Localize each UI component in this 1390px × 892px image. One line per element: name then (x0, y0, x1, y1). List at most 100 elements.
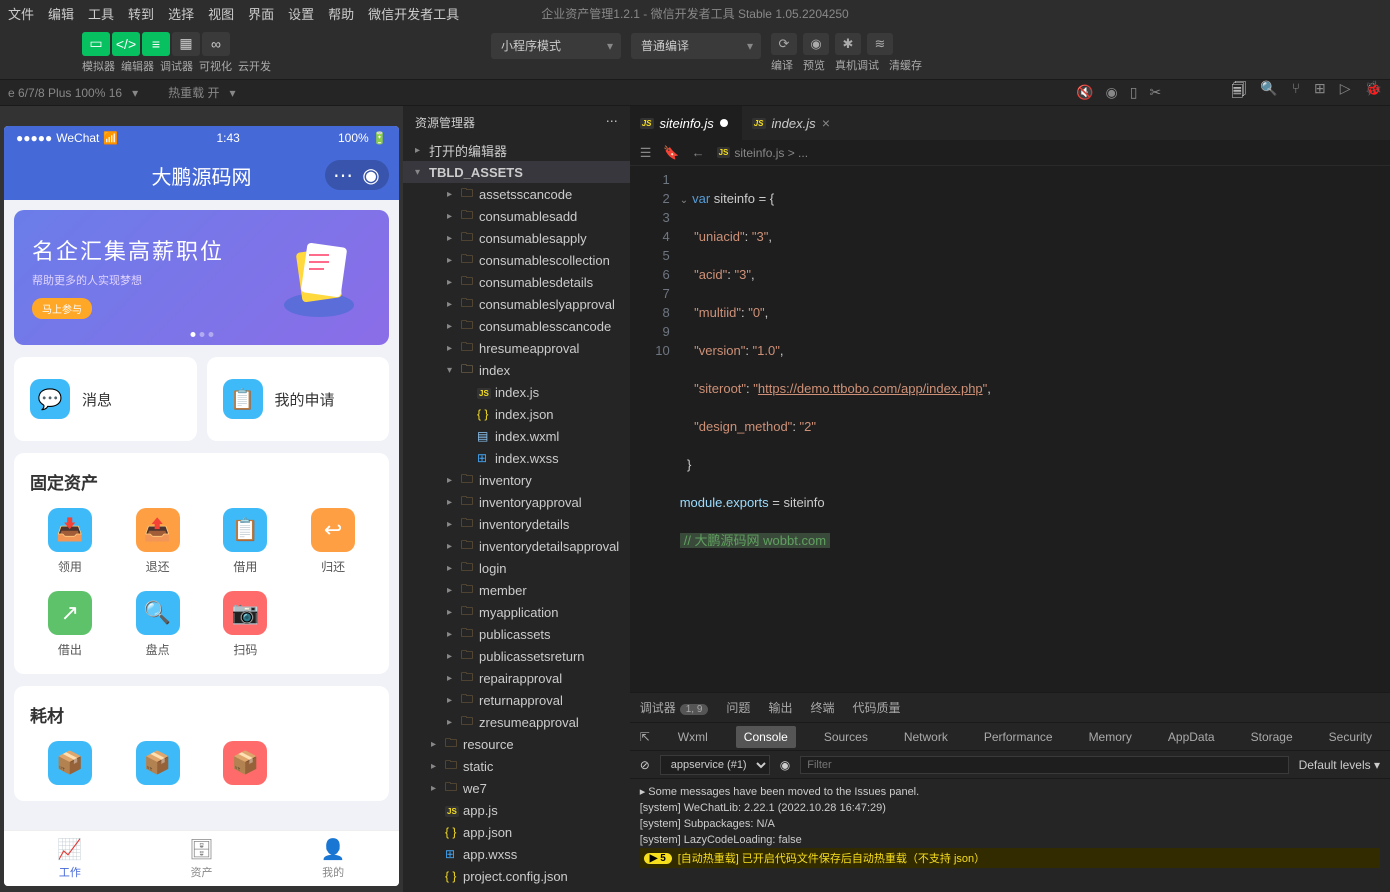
open-editors-section[interactable]: ▸打开的编辑器 (403, 139, 630, 161)
files-icon[interactable]: 🗐 (1231, 80, 1246, 105)
folder-inventorydetails[interactable]: ▸🗀inventorydetails (403, 513, 630, 535)
folder-consumablesadd[interactable]: ▸🗀consumablesadd (403, 205, 630, 227)
inspect-icon[interactable]: ⇱ (640, 730, 650, 744)
project-root[interactable]: ▾TBLD_ASSETS (403, 161, 630, 183)
simulator-toggle[interactable]: ▭ (82, 32, 110, 56)
folder-login[interactable]: ▸🗀login (403, 557, 630, 579)
capsule-menu[interactable]: ⋯ (329, 164, 357, 186)
grid-item-盘点[interactable]: 🔍盘点 (118, 591, 198, 658)
tab-siteinfo[interactable]: JSsiteinfo.js (630, 106, 742, 140)
subtab-console[interactable]: Console (736, 726, 796, 748)
menu-settings[interactable]: 设置 (288, 4, 314, 23)
menu-goto[interactable]: 转到 (128, 4, 154, 23)
menu-select[interactable]: 选择 (168, 4, 194, 23)
folder-publicassets[interactable]: ▸🗀publicassets (403, 623, 630, 645)
grid-item-借用[interactable]: 📋借用 (206, 508, 286, 575)
folder-publicassetsreturn[interactable]: ▸🗀publicassetsreturn (403, 645, 630, 667)
dt-tab-terminal[interactable]: 终端 (810, 699, 834, 716)
folder-consumablesapply[interactable]: ▸🗀consumablesapply (403, 227, 630, 249)
phone-body[interactable]: 名企汇集高薪职位 帮助更多的人实现梦想 马上参与 💬 消息 📋 我的申请 (4, 200, 399, 830)
folder-repairapproval[interactable]: ▸🗀repairapproval (403, 667, 630, 689)
grid-item-扫码[interactable]: 📷扫码 (206, 591, 286, 658)
card-message[interactable]: 💬 消息 (14, 357, 197, 441)
dt-tab-debugger[interactable]: 调试器1, 9 (640, 699, 709, 716)
filter-input[interactable] (800, 756, 1288, 774)
folder-consumablescollection[interactable]: ▸🗀consumablescollection (403, 249, 630, 271)
cut-icon[interactable]: ✂ (1149, 84, 1161, 101)
subtab-network[interactable]: Network (896, 726, 956, 748)
folder-inventorydetailsapproval[interactable]: ▸🗀inventorydetailsapproval (403, 535, 630, 557)
mode-dropdown[interactable]: 小程序模式 (491, 33, 621, 59)
folder-consumableslyapproval[interactable]: ▸🗀consumableslyapproval (403, 293, 630, 315)
levels-select[interactable]: Default levels ▾ (1299, 758, 1380, 772)
device-selector[interactable]: e 6/7/8 Plus 100% 16 (8, 86, 122, 100)
menu-view[interactable]: 视图 (208, 4, 234, 23)
banner-button[interactable]: 马上参与 (32, 298, 92, 319)
code-editor[interactable]: 12345678910 ⌄var siteinfo = { "uniacid":… (630, 166, 1390, 692)
clear-cache-icon[interactable]: ≋ (867, 33, 893, 55)
card-application[interactable]: 📋 我的申请 (207, 357, 390, 441)
dt-tab-output[interactable]: 输出 (768, 699, 792, 716)
bookmark-icon[interactable]: 🔖 (663, 145, 679, 161)
dt-tab-problems[interactable]: 问题 (726, 699, 750, 716)
file-app.js[interactable]: JSapp.js (403, 799, 630, 821)
folder-zresumeapproval[interactable]: ▸🗀zresumeapproval (403, 711, 630, 733)
banner[interactable]: 名企汇集高薪职位 帮助更多的人实现梦想 马上参与 (14, 210, 389, 345)
nav-me[interactable]: 👤我的 (267, 831, 399, 886)
breadcrumb[interactable]: JSsiteinfo.js > ... (717, 146, 809, 160)
capsule-close[interactable]: ◉ (357, 164, 385, 186)
folder-resource[interactable]: ▸🗀resource (403, 733, 630, 755)
file-project.config.json[interactable]: { }project.config.json (403, 865, 630, 887)
menu-edit[interactable]: 编辑 (48, 4, 74, 23)
compile-dropdown[interactable]: 普通编译 (631, 33, 761, 59)
dt-tab-quality[interactable]: 代码质量 (852, 699, 900, 716)
eye-icon[interactable]: ◉ (780, 758, 790, 772)
clear-icon[interactable]: ⊘ (640, 758, 650, 772)
folder-static[interactable]: ▸🗀static (403, 755, 630, 777)
context-select[interactable]: appservice (#1) (660, 755, 770, 775)
folder-returnapproval[interactable]: ▸🗀returnapproval (403, 689, 630, 711)
cloud-toggle[interactable]: ∞ (202, 32, 230, 56)
grid-item-归还[interactable]: ↩归还 (293, 508, 373, 575)
grid-item-领用[interactable]: 📥领用 (30, 508, 110, 575)
subtab-performance[interactable]: Performance (976, 726, 1061, 748)
phone-icon[interactable]: ▯ (1130, 84, 1138, 101)
folder-myapplication[interactable]: ▸🗀myapplication (403, 601, 630, 623)
subtab-security[interactable]: Security (1321, 726, 1380, 748)
file-index.json[interactable]: { }index.json (403, 403, 630, 425)
subtab-storage[interactable]: Storage (1243, 726, 1301, 748)
folder-we7[interactable]: ▸🗀we7 (403, 777, 630, 799)
explorer-more-icon[interactable]: ⋯ (606, 114, 618, 131)
back-icon[interactable]: ← (692, 145, 705, 160)
subtab-memory[interactable]: Memory (1081, 726, 1140, 748)
folder-member[interactable]: ▸🗀member (403, 579, 630, 601)
close-icon[interactable]: × (822, 115, 830, 131)
visual-toggle[interactable]: ▦ (172, 32, 200, 56)
compile-icon[interactable]: ⟳ (771, 33, 797, 55)
bug-icon[interactable]: 🐞 (1365, 80, 1382, 105)
menu-tools[interactable]: 工具 (88, 4, 114, 23)
file-index.js[interactable]: JSindex.js (403, 381, 630, 403)
code-content[interactable]: ⌄var siteinfo = { "uniacid": "3", "acid"… (680, 166, 1390, 692)
hotreload-label[interactable]: 热重载 开 (168, 84, 219, 101)
nav-assets[interactable]: 🗄资产 (136, 831, 268, 886)
search-icon[interactable]: 🔍 (1260, 80, 1277, 105)
file-app.wxss[interactable]: ⊞app.wxss (403, 843, 630, 865)
file-index.wxml[interactable]: ▤index.wxml (403, 425, 630, 447)
folder-consumablesscancode[interactable]: ▸🗀consumablesscancode (403, 315, 630, 337)
run-icon[interactable]: ▷ (1340, 80, 1351, 105)
grid-item-退还[interactable]: 📤退还 (118, 508, 198, 575)
record-icon[interactable]: ◉ (1106, 84, 1118, 101)
menu-icon[interactable]: ☰ (640, 145, 652, 161)
grid-item-借出[interactable]: ↗借出 (30, 591, 110, 658)
volume-icon[interactable]: 🔇 (1076, 84, 1093, 101)
branch-icon[interactable]: ⑂ (1292, 80, 1300, 105)
subtab-sources[interactable]: Sources (816, 726, 876, 748)
ext-icon[interactable]: ⊞ (1314, 80, 1326, 105)
folder-hresumeapproval[interactable]: ▸🗀hresumeapproval (403, 337, 630, 359)
folder-assetsscancode[interactable]: ▸🗀assetsscancode (403, 183, 630, 205)
menu-file[interactable]: 文件 (8, 4, 34, 23)
menu-interface[interactable]: 界面 (248, 4, 274, 23)
file-app.json[interactable]: { }app.json (403, 821, 630, 843)
menu-help[interactable]: 帮助 (328, 4, 354, 23)
